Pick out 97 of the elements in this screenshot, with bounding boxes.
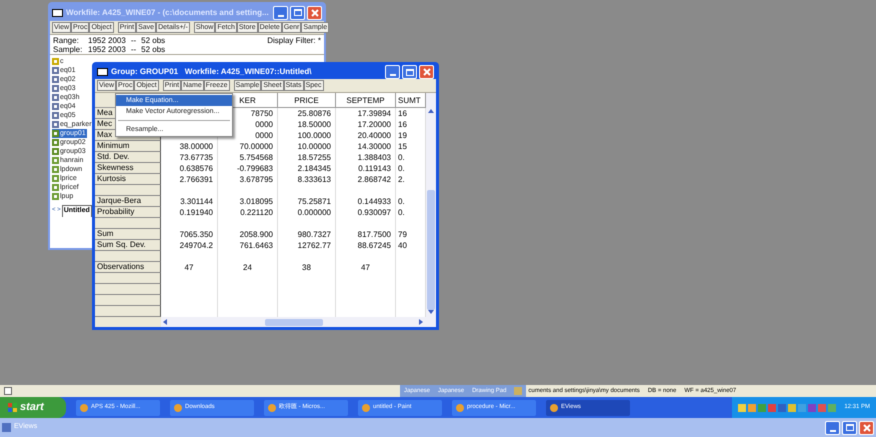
table-cell: 5.754568 (218, 152, 278, 163)
table-cell: 1.388403 (336, 152, 396, 163)
maximize-button[interactable] (842, 420, 857, 434)
table-cell: 47 (336, 262, 396, 273)
table-cell: 0.000000 (278, 207, 336, 218)
row-label: Kurtosis (95, 174, 161, 185)
row-label: Observations (95, 262, 161, 273)
table-cell: 88.67245 (336, 240, 396, 251)
scrollbar-thumb[interactable] (264, 318, 322, 326)
table-cell: 18.57255 (278, 152, 336, 163)
minimize-button[interactable] (385, 65, 400, 79)
display-filter: Display Filter: * (267, 36, 321, 47)
row-label: Probability (95, 207, 161, 218)
info-value: 52 obs (141, 45, 166, 54)
table-cell: 73.67735 (161, 152, 218, 163)
table-cell: 47 (161, 262, 218, 273)
close-icon (862, 424, 870, 432)
scroll-right-icon[interactable] (419, 319, 424, 325)
table-cell: 17.20000 (336, 119, 396, 130)
info-dash: -- (130, 45, 136, 54)
row-label: Std. Dev. (95, 152, 161, 163)
table-cell: 24 (218, 262, 278, 273)
row-label: Minimum (95, 141, 161, 152)
close-icon (422, 68, 430, 76)
table-cell: 38.00000 (161, 141, 218, 152)
app-icon (174, 404, 182, 412)
checkbox[interactable] (4, 387, 12, 395)
table-cell: 0.930097 (336, 207, 396, 218)
table-cell: 7065.350 (161, 229, 218, 240)
info-label: Sample: (53, 45, 83, 54)
table-cell: 8.333613 (278, 174, 336, 185)
table-cell: 75.25871 (278, 196, 336, 207)
vertical-scrollbar[interactable] (426, 93, 436, 327)
table-cell: 3.678795 (218, 174, 278, 185)
maximize-button[interactable] (402, 65, 417, 79)
table-cell: -0.799683 (218, 163, 278, 174)
table-cell: 0.119143 (336, 163, 396, 174)
table-cell: 0.638576 (161, 163, 218, 174)
close-button[interactable] (307, 6, 322, 20)
close-button[interactable] (859, 420, 874, 434)
info-value: 1952 2003 (88, 36, 126, 45)
window-title: Workfile: A425_WINE07 - (c:\documents and setting... (66, 6, 270, 18)
table-cell: 10.00000 (278, 141, 336, 152)
scroll-left-icon[interactable] (163, 319, 168, 325)
table-cell: 14.30000 (336, 141, 396, 152)
row-label: Jarque-Bera (95, 196, 161, 207)
table-cell: 2.184345 (278, 163, 336, 174)
scrollbar-corner (95, 317, 161, 327)
close-button[interactable] (419, 65, 434, 79)
info-value: 1952 2003 (88, 45, 126, 54)
maximize-button[interactable] (290, 6, 305, 20)
table-cell: 2.868742 (336, 174, 396, 185)
table-cell: 12762.77 (278, 240, 336, 251)
table-cell: 17.39894 (336, 108, 396, 119)
table-cell: 3.301144 (161, 196, 218, 207)
table-cell: 70.00000 (218, 141, 278, 152)
table-cell: 38 (278, 262, 336, 273)
table-cell: 25.80876 (278, 108, 336, 119)
window-icon (97, 68, 108, 76)
pad-icon[interactable] (514, 387, 522, 395)
app-icon (80, 404, 88, 412)
table-cell: 18.50000 (278, 119, 336, 130)
info-value: 52 obs (141, 36, 166, 45)
table-cell: 0.191940 (161, 207, 218, 218)
window-title: Group: GROUP01 Workfile: A425_WINE07::Untitled\ (111, 66, 312, 78)
table-cell: 817.7500 (336, 229, 396, 240)
scrollbar-thumb[interactable] (427, 190, 435, 310)
minimize-button[interactable] (273, 6, 288, 20)
table-cell: 2.766391 (161, 174, 218, 185)
start-button[interactable]: start (0, 397, 66, 418)
table-cell: 0.144933 (336, 196, 396, 207)
column-header[interactable]: SEPTEMP (336, 93, 396, 107)
table-cell: 2058.900 (218, 229, 278, 240)
table-cell: 761.6463 (218, 240, 278, 251)
minimize-button[interactable] (825, 420, 840, 434)
table-cell: 249704.2 (161, 240, 218, 251)
app-icon (2, 423, 11, 432)
row-label: Skewness (95, 163, 161, 174)
table-cell: 0.221120 (218, 207, 278, 218)
close-icon (310, 8, 318, 16)
scroll-up-icon[interactable] (428, 109, 434, 114)
row-label: Sum (95, 229, 161, 240)
info-label: Range: (53, 36, 80, 45)
windows-logo-icon (8, 403, 17, 412)
horizontal-scrollbar[interactable] (161, 317, 426, 327)
info-dash: -- (130, 36, 136, 45)
app-icon (362, 404, 370, 412)
table-cell: 20.40000 (336, 130, 396, 141)
table-cell: 100.0000 (278, 130, 336, 141)
app-icon (268, 404, 276, 412)
column-header[interactable]: PRICE (278, 93, 336, 107)
table-cell: 980.7327 (278, 229, 336, 240)
app-icon (456, 404, 464, 412)
row-label: Sum Sq. Dev. (95, 240, 161, 251)
app-icon (550, 404, 558, 412)
window-icon (52, 8, 63, 16)
table-cell: 3.018095 (218, 196, 278, 207)
